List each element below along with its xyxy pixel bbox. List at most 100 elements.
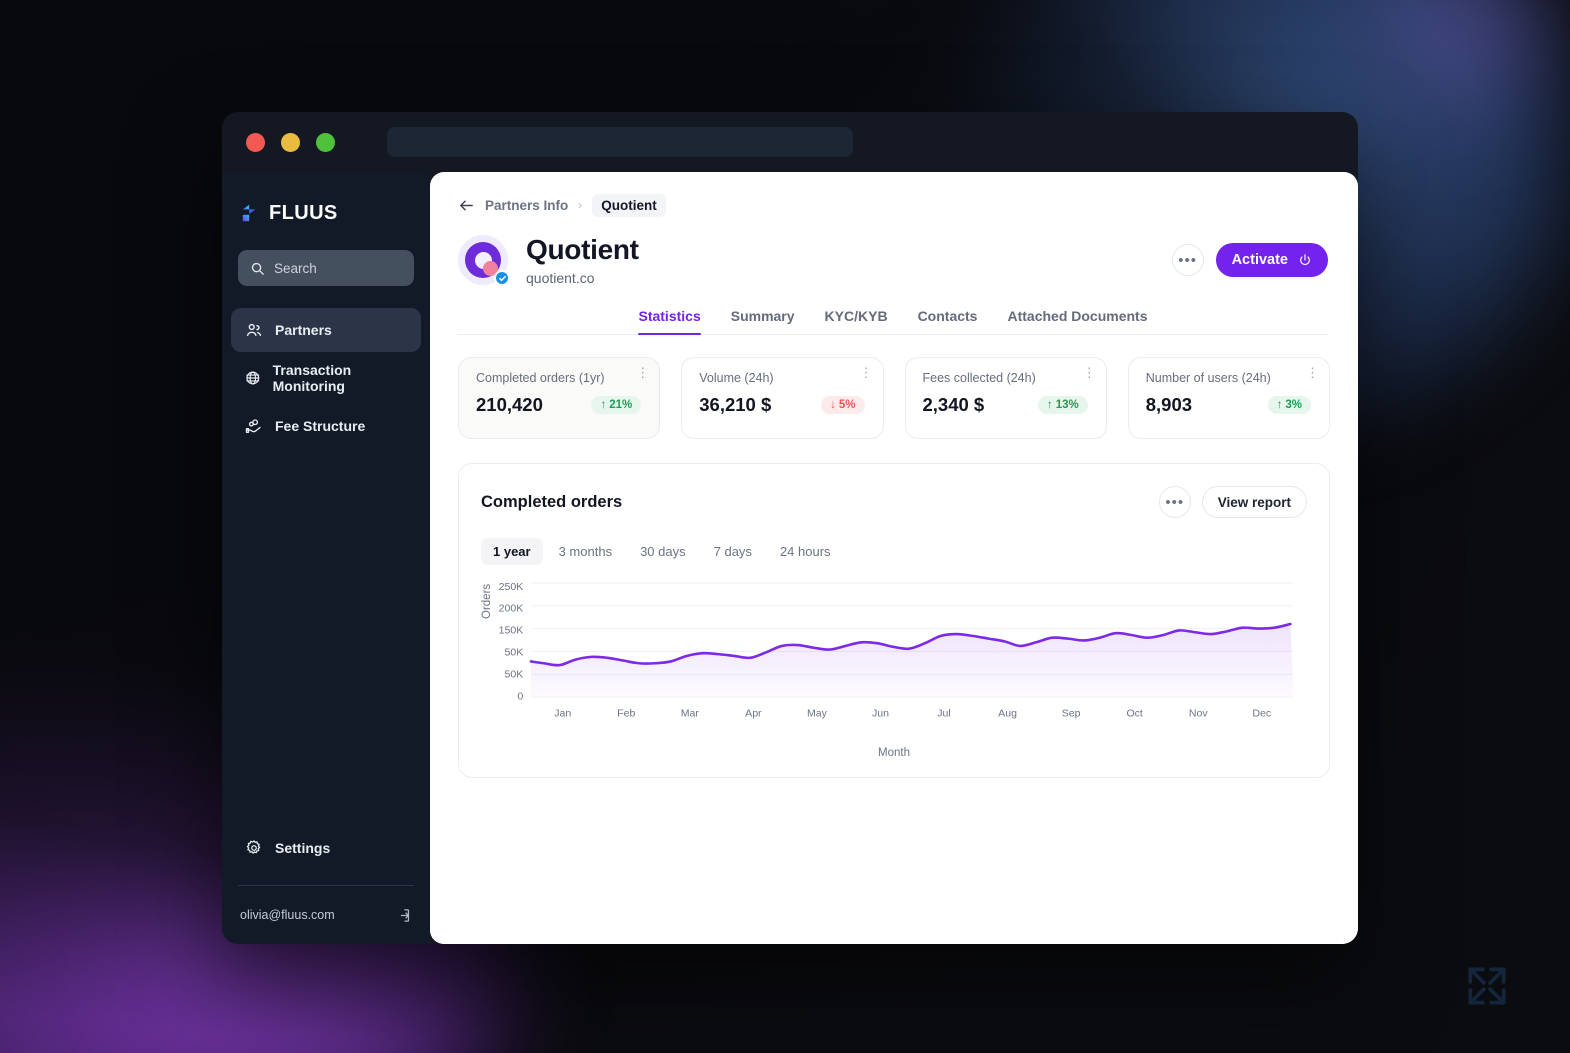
stat-card-volume: ⋮ Volume (24h) 36,210 $ ↓ 5% bbox=[681, 357, 884, 439]
tab-contacts[interactable]: Contacts bbox=[918, 308, 978, 334]
partner-title-row: Quotient quotient.co ••• Activate bbox=[458, 234, 1328, 286]
verified-badge-icon bbox=[494, 270, 510, 286]
chart-panel-actions: ••• View report bbox=[1158, 486, 1307, 518]
close-window-button[interactable] bbox=[246, 132, 265, 152]
stat-card-completed-orders: ⋮ Completed orders (1yr) 210,420 ↑ 21% bbox=[458, 357, 661, 439]
partner-website[interactable]: quotient.co bbox=[526, 270, 639, 286]
expand-icon[interactable] bbox=[1462, 961, 1512, 1011]
maximize-window-button[interactable] bbox=[316, 132, 335, 152]
logout-icon[interactable] bbox=[395, 907, 412, 924]
partner-name-block: Quotient quotient.co bbox=[526, 234, 639, 286]
sidebar-item-label: Transaction Monitoring bbox=[272, 362, 352, 394]
breadcrumb: Partners Info › Quotient bbox=[458, 192, 1328, 218]
arrow-down-icon: ↓ bbox=[830, 399, 836, 411]
back-arrow-icon[interactable] bbox=[458, 197, 475, 214]
stat-card-value: 36,210 $ bbox=[699, 394, 772, 415]
search-icon bbox=[251, 262, 264, 275]
card-menu-icon[interactable]: ⋮ bbox=[636, 366, 649, 379]
sidebar-user-row: olivia@fluus.com bbox=[222, 886, 430, 944]
stat-card-fees-collected: ⋮ Fees collected (24h) 2,340 $ ↑ 13% bbox=[904, 357, 1107, 439]
search-container: Search bbox=[238, 250, 414, 286]
sidebar: FLUUS Search Partners Transaction Monito… bbox=[222, 172, 430, 944]
stat-card-list: ⋮ Completed orders (1yr) 210,420 ↑ 21% ⋮ bbox=[458, 357, 1330, 439]
browser-titlebar bbox=[222, 112, 1358, 172]
tab-summary[interactable]: Summary bbox=[731, 308, 795, 334]
view-report-button[interactable]: View report bbox=[1201, 486, 1307, 518]
orders-area-chart bbox=[481, 582, 1294, 698]
stat-card-label: Number of users (24h) bbox=[1145, 371, 1271, 385]
stat-card-delta: 3% bbox=[1285, 399, 1302, 411]
search-placeholder: Search bbox=[274, 260, 317, 276]
stat-card-value: 210,420 bbox=[476, 394, 543, 415]
chart-area-fill bbox=[530, 624, 1294, 697]
arrow-up-icon: ↑ bbox=[1046, 399, 1053, 411]
chart-plot-area: 250K 200K 150K 50K 50K 0 Jan Feb Mar Apr May Jun Jul… bbox=[481, 575, 1307, 743]
globe-icon bbox=[246, 371, 260, 385]
breadcrumb-current: Quotient bbox=[592, 193, 666, 217]
address-bar[interactable] bbox=[387, 127, 853, 157]
card-menu-icon[interactable]: ⋮ bbox=[1083, 366, 1096, 379]
sidebar-item-transaction-monitoring[interactable]: Transaction Monitoring bbox=[231, 356, 421, 400]
breadcrumb-parent[interactable]: Partners Info bbox=[485, 198, 568, 213]
more-options-button[interactable]: ••• bbox=[1171, 244, 1204, 276]
stat-card-bottom: 36,210 $ ↓ 5% bbox=[699, 394, 866, 416]
minimize-window-button[interactable] bbox=[281, 132, 300, 152]
status-badge: ↑ 13% bbox=[1037, 396, 1088, 414]
tab-statistics[interactable]: Statistics bbox=[638, 308, 701, 335]
chart-panel: Completed orders ••• View report 1 year … bbox=[458, 463, 1330, 778]
arrow-up-icon: ↑ bbox=[600, 399, 607, 411]
chart-panel-header: Completed orders ••• View report bbox=[481, 486, 1307, 518]
stat-card-delta: 5% bbox=[838, 399, 856, 411]
main-panel: Partners Info › Quotient Quotient quotie… bbox=[430, 172, 1358, 944]
sidebar-item-settings[interactable]: Settings bbox=[222, 827, 430, 869]
chart-x-axis-label: Month bbox=[878, 747, 910, 759]
range-selector: 1 year 3 months 30 days 7 days 24 hours bbox=[481, 538, 1307, 565]
search-input[interactable]: Search bbox=[238, 250, 414, 286]
stat-card-delta: 21% bbox=[609, 399, 633, 411]
brand-logo[interactable]: FLUUS bbox=[222, 190, 430, 230]
settings-label: Settings bbox=[275, 840, 331, 856]
card-menu-icon[interactable]: ⋮ bbox=[1306, 366, 1319, 379]
sidebar-item-partners[interactable]: Partners bbox=[231, 308, 421, 352]
status-badge: ↑ 21% bbox=[591, 396, 642, 414]
hand-coins-icon bbox=[245, 419, 261, 434]
range-30-days[interactable]: 30 days bbox=[628, 538, 698, 565]
app-shell: FLUUS Search Partners Transaction Monito… bbox=[222, 172, 1358, 944]
chart-more-options-button[interactable]: ••• bbox=[1158, 486, 1191, 518]
sidebar-nav: Partners Transaction Monitoring Fee Stru… bbox=[222, 308, 430, 448]
page-header: Partners Info › Quotient Quotient quotie… bbox=[430, 172, 1358, 335]
range-3-months[interactable]: 3 months bbox=[547, 538, 624, 565]
power-icon bbox=[1300, 254, 1310, 266]
sidebar-item-label: Fee Structure bbox=[275, 418, 366, 434]
stat-card-delta: 13% bbox=[1055, 399, 1079, 411]
stat-card-label: Completed orders (1yr) bbox=[476, 371, 605, 385]
stat-card-number-of-users: ⋮ Number of users (24h) 8,903 ↑ 3% bbox=[1127, 357, 1330, 439]
sidebar-item-label: Partners bbox=[275, 322, 332, 338]
activate-button[interactable]: Activate bbox=[1215, 243, 1328, 277]
stat-card-value: 8,903 bbox=[1145, 394, 1193, 415]
users-icon bbox=[246, 323, 262, 336]
page-title: Quotient bbox=[526, 234, 639, 265]
sidebar-item-fee-structure[interactable]: Fee Structure bbox=[231, 404, 421, 448]
status-badge: ↑ 3% bbox=[1267, 396, 1311, 414]
arrow-up-icon: ↑ bbox=[1276, 399, 1283, 411]
statistics-content: ⋮ Completed orders (1yr) 210,420 ↑ 21% ⋮ bbox=[430, 335, 1358, 944]
stat-card-value: 2,340 $ bbox=[922, 394, 985, 415]
browser-window: FLUUS Search Partners Transaction Monito… bbox=[222, 112, 1358, 944]
range-7-days[interactable]: 7 days bbox=[702, 538, 764, 565]
header-actions: ••• Activate bbox=[1171, 243, 1328, 277]
range-24-hours[interactable]: 24 hours bbox=[768, 538, 843, 565]
chart-y-axis-label: Orders bbox=[481, 583, 493, 619]
activate-button-label: Activate bbox=[1231, 252, 1288, 268]
user-email: olivia@fluus.com bbox=[240, 908, 335, 922]
tab-attached-documents[interactable]: Attached Documents bbox=[1007, 308, 1147, 334]
brand-name: FLUUS bbox=[269, 201, 338, 224]
tab-kyc-kyb[interactable]: KYC/KYB bbox=[825, 308, 888, 334]
stat-card-label: Volume (24h) bbox=[699, 371, 774, 385]
status-badge: ↓ 5% bbox=[821, 396, 865, 414]
stat-card-bottom: 210,420 ↑ 21% bbox=[476, 394, 643, 416]
avatar bbox=[458, 235, 510, 286]
range-1-year[interactable]: 1 year bbox=[481, 538, 543, 565]
card-menu-icon[interactable]: ⋮ bbox=[860, 366, 873, 379]
